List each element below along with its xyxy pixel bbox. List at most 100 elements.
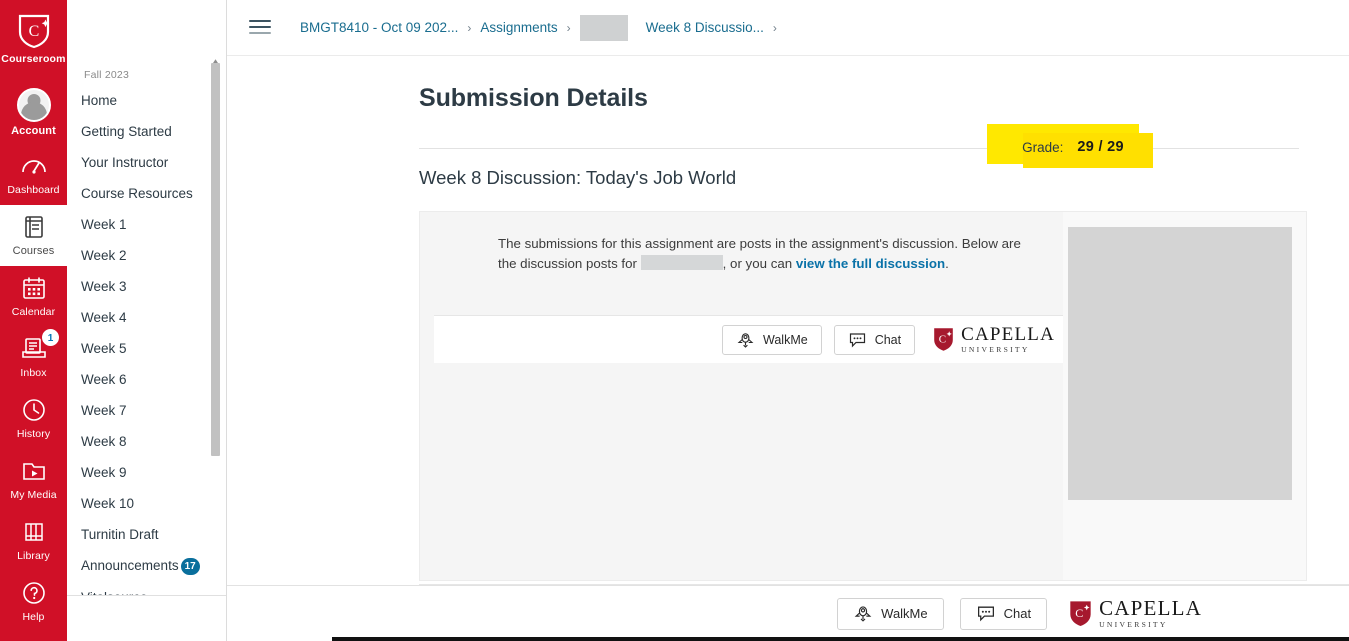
breadcrumb-item-course[interactable]: BMGT8410 - Oct 09 202... xyxy=(300,20,458,35)
capella-wordmark-sub: UNIVERSITY xyxy=(1099,620,1168,630)
chat-button-label: Chat xyxy=(1003,606,1032,621)
walkme-button[interactable]: WalkMe xyxy=(722,324,822,355)
help-question-icon xyxy=(19,578,49,608)
capella-shield-icon: C xyxy=(17,13,51,49)
global-nav-collapse-button[interactable] xyxy=(0,632,67,641)
grade-badge: Grade: 29 / 29 xyxy=(987,124,1153,174)
course-nav-item-course-resources[interactable]: Course Resources xyxy=(67,178,226,209)
global-nav-item-label: Courses xyxy=(12,245,55,257)
capella-wordmark: CAPELLA UNIVERSITY xyxy=(961,325,1055,354)
course-nav-item-week-4[interactable]: Week 4 xyxy=(67,302,226,333)
submission-note-end: . xyxy=(945,255,949,271)
breadcrumb-bar: BMGT8410 - Oct 09 202... › Assignments ›… xyxy=(227,0,1349,56)
course-nav-item-label: Announcements xyxy=(81,558,179,573)
course-nav-item-week-7[interactable]: Week 7 xyxy=(67,395,226,426)
app-root: C Courseroom Account Dashboard Courses C… xyxy=(0,0,1349,641)
course-nav-item-label: Getting Started xyxy=(81,123,172,139)
submission-left-column: The submissions for this assignment are … xyxy=(420,212,1063,580)
assignment-title-row: Week 8 Discussion: Today's Job World xyxy=(419,148,1299,189)
chat-button-footer[interactable]: Chat xyxy=(959,597,1048,630)
global-nav-item-my-media[interactable]: My Media xyxy=(0,449,67,510)
global-nav-item-dashboard[interactable]: Dashboard xyxy=(0,144,67,205)
course-nav-item-week-2[interactable]: Week 2 xyxy=(67,240,226,271)
course-navigation-list: Home Getting Started Your Instructor Cou… xyxy=(67,85,226,595)
global-nav-item-label: Library xyxy=(17,550,50,562)
course-navigation-scroll-region[interactable]: Fall 2023 Home Getting Started Your Inst… xyxy=(67,55,226,595)
chat-bubble-icon xyxy=(976,605,996,622)
global-nav-brand-courseroom[interactable]: C Courseroom xyxy=(0,0,67,76)
course-term-label: Fall 2023 xyxy=(84,69,129,81)
global-nav-item-help[interactable]: Help xyxy=(0,571,67,632)
global-nav-brand-label: Courseroom xyxy=(1,53,66,65)
course-nav-item-label: Week 3 xyxy=(81,278,127,294)
announcements-count-badge: 17 xyxy=(180,557,200,575)
grade-content: Grade: 29 / 29 xyxy=(987,124,1153,170)
capella-university-logo-footer[interactable]: C CAPELLA UNIVERSITY xyxy=(1063,598,1202,629)
chat-button[interactable]: Chat xyxy=(833,324,916,355)
capella-shield-icon: C xyxy=(933,327,954,352)
dashboard-gauge-icon xyxy=(19,151,49,181)
global-nav-item-library[interactable]: Library xyxy=(0,510,67,571)
grade-value: 29 / 29 xyxy=(1077,139,1124,155)
course-nav-item-announcements[interactable]: Announcements 17 xyxy=(67,550,226,582)
course-nav-item-week-5[interactable]: Week 5 xyxy=(67,333,226,364)
content-bottom-divider xyxy=(419,584,1349,585)
walkme-button-footer[interactable]: WalkMe xyxy=(837,597,944,630)
capella-shield-icon: C xyxy=(1069,600,1092,627)
svg-text:C: C xyxy=(28,23,39,40)
course-nav-item-getting-started[interactable]: Getting Started xyxy=(67,116,226,147)
breadcrumb-item-redacted xyxy=(579,14,628,41)
walkme-button-label: WalkMe xyxy=(881,606,928,621)
course-nav-item-turnitin-draft[interactable]: Turnitin Draft xyxy=(67,519,226,550)
calendar-icon xyxy=(19,273,49,303)
bottom-black-strip xyxy=(332,637,1349,641)
course-nav-item-week-1[interactable]: Week 1 xyxy=(67,209,226,240)
global-nav-item-history[interactable]: History xyxy=(0,388,67,449)
history-clock-icon xyxy=(19,395,49,425)
course-nav-item-label: Week 2 xyxy=(81,247,127,263)
submission-note: The submissions for this assignment are … xyxy=(420,212,1063,273)
walkme-rocket-icon xyxy=(736,332,755,348)
courses-book-icon xyxy=(19,212,49,242)
course-nav-item-week-9[interactable]: Week 9 xyxy=(67,457,226,488)
global-nav-item-inbox[interactable]: 1 Inbox xyxy=(0,327,67,388)
course-nav-item-week-10[interactable]: Week 10 xyxy=(67,488,226,519)
course-nav-item-label: Week 7 xyxy=(81,402,127,418)
course-nav-item-your-instructor[interactable]: Your Instructor xyxy=(67,147,226,178)
submission-note-redacted xyxy=(640,254,723,270)
grade-label: Grade: xyxy=(1022,139,1064,155)
breadcrumb-item-discussion[interactable]: Week 8 Discussio... xyxy=(646,20,764,35)
view-full-discussion-link[interactable]: view the full discussion xyxy=(796,256,945,271)
chat-button-label: Chat xyxy=(874,332,902,347)
course-nav-item-label: Week 5 xyxy=(81,340,127,356)
global-nav-item-courses[interactable]: Courses xyxy=(0,205,67,266)
course-navigation-divider xyxy=(67,595,226,596)
global-nav-item-account[interactable]: Account xyxy=(0,76,67,144)
course-navigation-scrollbar[interactable] xyxy=(211,63,220,456)
breadcrumb-item-assignments[interactable]: Assignments xyxy=(480,20,557,35)
account-avatar-icon xyxy=(16,88,51,122)
course-nav-item-vitalsource[interactable]: Vitalsource xyxy=(67,582,226,596)
capella-wordmark-sub: UNIVERSITY xyxy=(961,345,1030,355)
inline-support-widget-bar: WalkMe Chat C CAPELLA UNIVERSITY xyxy=(434,315,1063,363)
hamburger-menu-icon[interactable] xyxy=(249,19,271,36)
course-nav-item-label: Week 4 xyxy=(81,309,127,325)
course-nav-item-label: Week 8 xyxy=(81,433,127,449)
walkme-rocket-icon xyxy=(853,605,873,622)
svg-text:C: C xyxy=(939,333,946,345)
course-nav-item-label: Week 1 xyxy=(81,216,127,232)
breadcrumb-separator-icon: › xyxy=(772,20,777,35)
global-nav-item-label: My Media xyxy=(10,489,57,501)
course-nav-item-week-8[interactable]: Week 8 xyxy=(67,426,226,457)
capella-university-logo[interactable]: C CAPELLA UNIVERSITY xyxy=(927,325,1055,354)
course-navigation: Fall 2023 Home Getting Started Your Inst… xyxy=(67,0,227,641)
course-nav-item-home[interactable]: Home xyxy=(67,85,226,116)
course-nav-item-label: Course Resources xyxy=(81,185,193,201)
course-nav-item-week-6[interactable]: Week 6 xyxy=(67,364,226,395)
capella-wordmark-main: CAPELLA xyxy=(1099,596,1202,621)
page-title: Submission Details xyxy=(419,84,648,112)
global-nav-item-calendar[interactable]: Calendar xyxy=(0,266,67,327)
inbox-unread-badge: 1 xyxy=(42,329,59,346)
course-nav-item-week-3[interactable]: Week 3 xyxy=(67,271,226,302)
submission-preview-column xyxy=(1063,212,1306,580)
